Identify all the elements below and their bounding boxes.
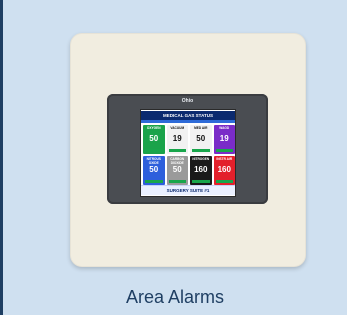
gas-tile-status-bar (168, 149, 186, 152)
gas-tile-label: CARBON DIOXIDE (170, 157, 185, 165)
gas-tile-value: 19 (219, 134, 229, 143)
product-card[interactable]: Ohio MEDICAL GAS STATUS OXYGEN 50 VACUUM… (0, 0, 347, 315)
gas-tile-value: 50 (172, 165, 182, 174)
gas-tile-status-bar (168, 180, 186, 183)
gas-tile-status-bar (192, 180, 210, 183)
gas-tile-value: 50 (149, 134, 159, 143)
gas-tile-value: 160 (194, 165, 208, 174)
alarm-screen: MEDICAL GAS STATUS OXYGEN 50 VACUUM 19 M… (140, 109, 236, 197)
gas-tile: VACUUM 19 (166, 125, 188, 154)
gas-tile-label: NITROUS OXIDE (146, 157, 161, 165)
gas-tile-label: MED AIR (194, 126, 208, 130)
gas-tile: CARBON DIOXIDE 50 (166, 156, 188, 185)
gas-tile-label: NITROGEN (192, 157, 210, 161)
brand-logo: Ohio (181, 98, 194, 104)
gas-tile: MED AIR 50 (190, 125, 212, 154)
gas-tile: OXYGEN 50 (143, 125, 165, 154)
gas-tiles-grid: OXYGEN 50 VACUUM 19 MED AIR 50 WAGD 19 N… (143, 125, 235, 185)
gas-tile-label: VACUUM (170, 126, 185, 130)
gas-tile-value: 50 (196, 134, 206, 143)
product-caption-link[interactable]: Area Alarms (3, 287, 347, 308)
gas-tile-status-bar (215, 149, 233, 152)
gas-tile: WAGD 19 (213, 125, 235, 154)
gas-tile-label: WAGD (219, 126, 230, 130)
gas-tile-value: 19 (172, 134, 182, 143)
gas-tile-status-bar (215, 180, 233, 183)
gas-tile: INSTR AIR 160 (213, 156, 235, 185)
gas-tile-status-bar (145, 149, 163, 152)
gas-tile-label: INSTR AIR (216, 157, 233, 161)
gas-tile: NITROUS OXIDE 50 (143, 156, 165, 185)
screen-title: MEDICAL GAS STATUS (141, 111, 235, 120)
screen-title-underline (141, 120, 235, 123)
screen-location: SURGERY SUITE #1 (141, 185, 235, 195)
alarm-display-bezel: Ohio MEDICAL GAS STATUS OXYGEN 50 VACUUM… (107, 94, 268, 204)
gas-tile-status-bar (192, 149, 210, 152)
gas-tile-value: 160 (217, 165, 231, 174)
gas-tile: NITROGEN 160 (190, 156, 212, 185)
gas-tile-status-bar (145, 180, 163, 183)
gas-tile-value: 50 (149, 165, 159, 174)
gas-tile-label: OXYGEN (146, 126, 161, 130)
